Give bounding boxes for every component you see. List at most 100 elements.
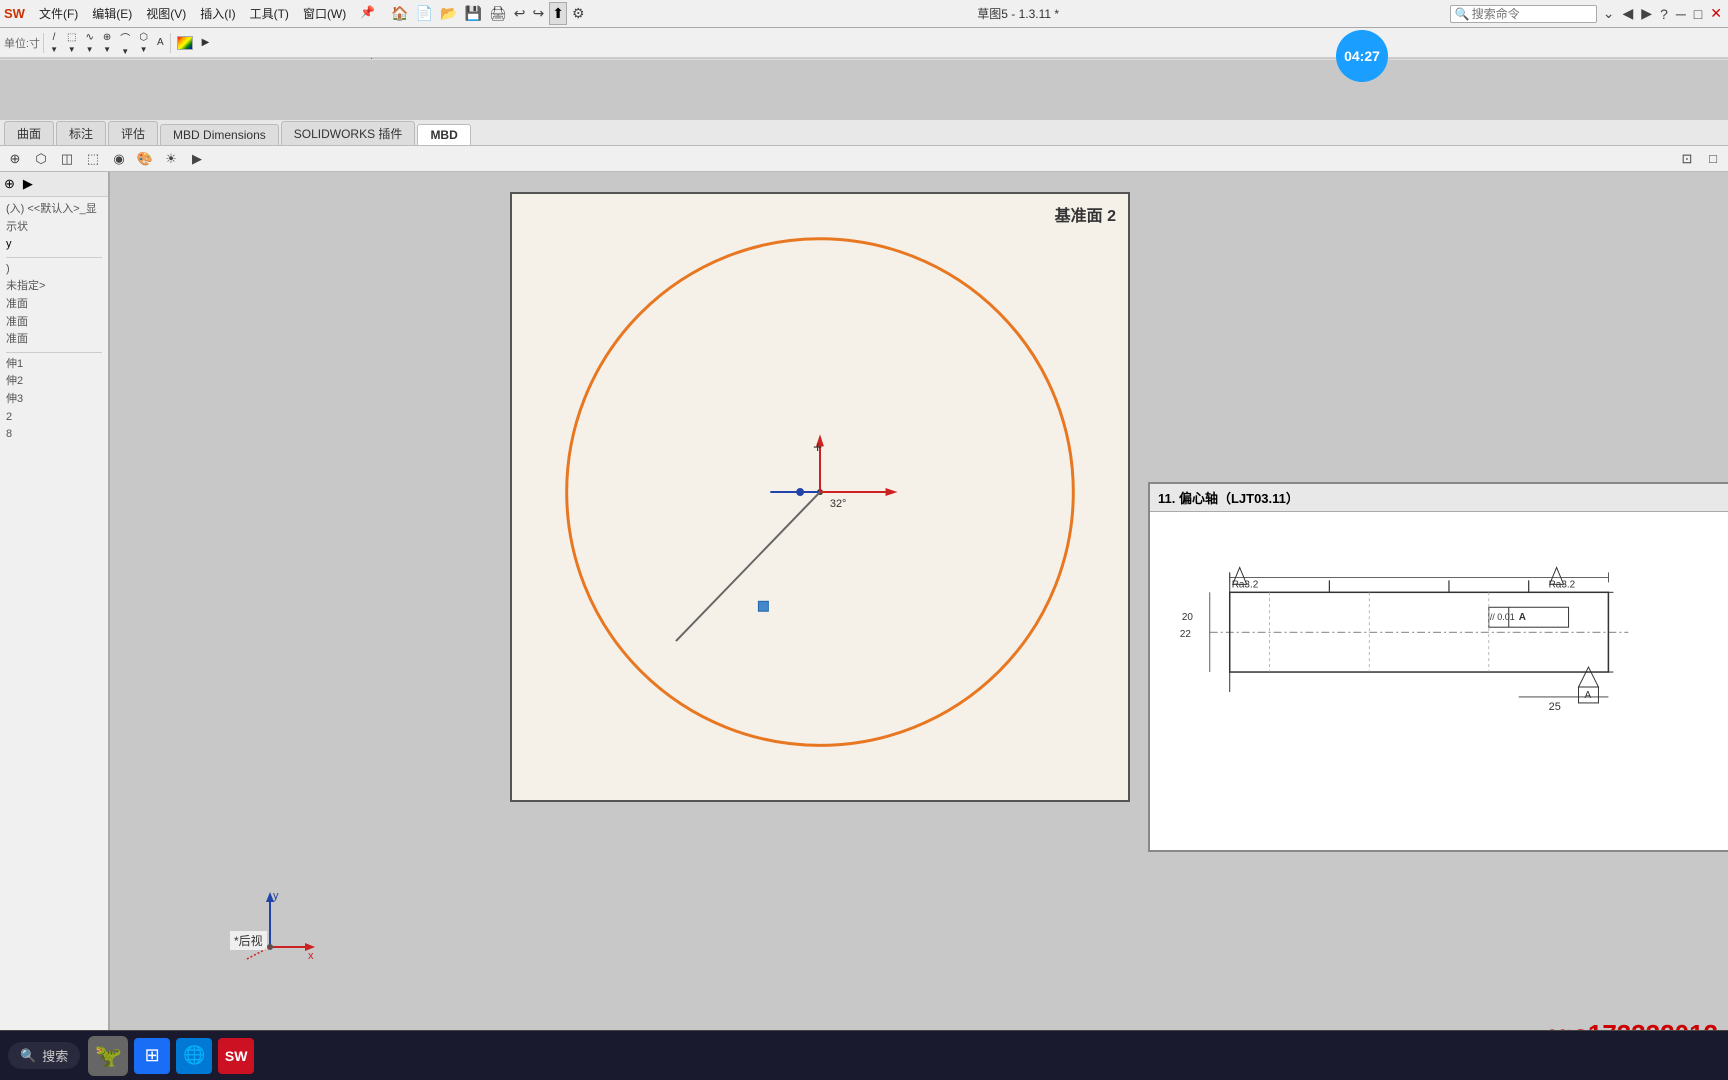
help-browse-icon[interactable]: ◀: [1621, 3, 1636, 24]
tab-mbd[interactable]: MBD: [417, 124, 470, 145]
prop-num8: 8: [6, 426, 102, 444]
line-dropdown[interactable]: ▼: [50, 45, 58, 54]
close-btn[interactable]: ✕: [1708, 3, 1724, 24]
view-section-btn[interactable]: ◫: [56, 149, 78, 169]
prop-ext2: 伸2: [6, 373, 102, 391]
panel-origin-icon[interactable]: ⊕: [4, 176, 15, 192]
view-orient-btn[interactable]: ⊕: [4, 149, 26, 169]
tab-evaluate[interactable]: 评估: [108, 121, 158, 145]
home-icon[interactable]: 🏠: [389, 3, 410, 24]
sep1: [43, 33, 44, 53]
menu-window[interactable]: 窗口(W): [297, 3, 352, 24]
tab-sw-plugins[interactable]: SOLIDWORKS 插件: [281, 121, 416, 145]
view-resize2-btn[interactable]: □: [1702, 149, 1724, 169]
property-panel: (入) <<默认入>_显示状 y ) 未指定> 准面 准面 准面 伸1 伸2 伸…: [0, 197, 108, 448]
view-scene-btn[interactable]: ☀: [160, 149, 182, 169]
left-panel: ⊕ ▶ (入) <<默认入>_显示状 y ) 未指定> 准面 准面 准面 伸1 …: [0, 172, 110, 1030]
menu-pin[interactable]: 📌: [354, 3, 381, 24]
taskbar-mascot[interactable]: 🦖: [88, 1036, 128, 1076]
taskbar-windows-btn[interactable]: ⊞: [134, 1038, 170, 1074]
polygon-dropdown[interactable]: ▼: [140, 45, 148, 54]
tab-mbd-dim[interactable]: MBD Dimensions: [160, 124, 279, 145]
tabs-row: 曲面 标注 评估 MBD Dimensions SOLIDWORKS 插件 MB…: [0, 120, 1728, 146]
undo-icon[interactable]: ↩: [512, 3, 528, 24]
maximize-btn[interactable]: □: [1692, 4, 1704, 24]
new-icon[interactable]: 📄: [414, 3, 435, 24]
right-panel: 11. 偏心轴（LJT03.11）: [1148, 482, 1728, 852]
blue-square: [758, 601, 768, 611]
svg-text:22: 22: [1180, 629, 1192, 640]
open-icon[interactable]: 📂: [438, 3, 459, 24]
arc-tool[interactable]: ⌒ ▼: [117, 31, 133, 55]
menu-insert[interactable]: 插入(I): [194, 3, 241, 24]
panel-expand-icon[interactable]: ▶: [23, 176, 33, 192]
shape-dropdown[interactable]: ▼: [68, 45, 76, 54]
options-icon[interactable]: ⚙: [570, 3, 587, 24]
title-bar: SW 文件(F) 编辑(E) 视图(V) 插入(I) 工具(T) 窗口(W) 📌…: [0, 0, 1728, 28]
view-resize1-btn[interactable]: ⊡: [1676, 149, 1698, 169]
main-canvas: 基准面 2 32°: [110, 172, 1728, 1030]
plus-cursor: +: [813, 439, 822, 456]
taskbar-search-icon: 🔍: [20, 1048, 36, 1064]
line-tool[interactable]: / ▼: [47, 31, 61, 55]
color-tool[interactable]: [174, 31, 196, 55]
curve-dropdown[interactable]: ▼: [86, 45, 94, 54]
prop-paren: ): [6, 261, 102, 279]
taskbar-search[interactable]: 🔍 搜索: [8, 1042, 80, 1069]
prop-default: (入) <<默认入>_显示状: [6, 201, 102, 236]
search-expand-icon[interactable]: ⌄: [1601, 3, 1617, 24]
prop-unspecified: 未指定>: [6, 278, 102, 296]
drawing-area[interactable]: 基准面 2 32°: [510, 192, 1130, 802]
tab-annotation[interactable]: 标注: [56, 121, 106, 145]
help-icon[interactable]: ?: [1658, 4, 1670, 24]
square-icon: ⬚: [67, 32, 76, 43]
text-tool[interactable]: A: [154, 31, 167, 55]
search-input[interactable]: [1472, 7, 1592, 21]
tab-surface[interactable]: 曲面: [4, 121, 54, 145]
curve-tool[interactable]: ∿ ▼: [82, 31, 96, 55]
taskbar-edge-btn[interactable]: 🌐: [176, 1038, 212, 1074]
arc-dropdown[interactable]: ▼: [121, 47, 129, 56]
drawing-svg: 32° +: [512, 194, 1128, 800]
view-3d-btn[interactable]: ⬡: [30, 149, 52, 169]
curve-icon: ∿: [85, 32, 93, 43]
shape-tool[interactable]: ⬚ ▼: [64, 31, 79, 55]
minimize-btn[interactable]: ─: [1674, 4, 1688, 24]
polygon-tool[interactable]: ⬡ ▼: [136, 31, 151, 55]
mascot-icon: 🦖: [95, 1043, 122, 1069]
circle-dropdown[interactable]: ▼: [103, 45, 111, 54]
view-expand-btn[interactable]: ▶: [186, 149, 208, 169]
cursor-icon[interactable]: ⬆: [549, 2, 567, 25]
menu-edit[interactable]: 编辑(E): [86, 3, 138, 24]
edge-icon: 🌐: [183, 1045, 205, 1066]
view-appear-btn[interactable]: 🎨: [134, 149, 156, 169]
save-icon[interactable]: 💾: [463, 3, 484, 24]
print-icon[interactable]: 🖨: [487, 3, 509, 24]
svg-text:A: A: [1519, 612, 1526, 623]
color-icon: [177, 36, 193, 50]
svg-text:// 0.01: // 0.01: [1490, 612, 1515, 622]
view-hide-btn[interactable]: ◉: [108, 149, 130, 169]
blue-dot: [796, 488, 804, 496]
window-title: 草图5 - 1.3.11 *: [977, 5, 1059, 22]
command-search[interactable]: 🔍: [1450, 5, 1597, 23]
expand-icon[interactable]: ▶: [199, 31, 213, 55]
view-box-btn[interactable]: ⬚: [82, 149, 104, 169]
right-panel-title: 11. 偏心轴（LJT03.11）: [1150, 484, 1728, 512]
redo-icon[interactable]: ↪: [530, 3, 546, 24]
menu-file[interactable]: 文件(F): [33, 3, 84, 24]
prop-num2: 2: [6, 409, 102, 427]
menu-tools[interactable]: 工具(T): [244, 3, 295, 24]
arc-icon: ⌒: [120, 30, 130, 45]
h-axis-arrow: [886, 488, 898, 496]
svg-text:A: A: [1584, 690, 1591, 701]
clock: 04:27: [1336, 30, 1388, 82]
help-forward-icon[interactable]: ▶: [1639, 3, 1654, 24]
prop-ext1: 伸1: [6, 356, 102, 374]
circle-tool[interactable]: ⊕ ▼: [100, 31, 114, 55]
line-icon: /: [53, 32, 56, 43]
menu-view[interactable]: 视图(V): [140, 3, 192, 24]
toolbar-row1: 单位:寸 / ▼ ⬚ ▼ ∿ ▼ ⊕ ▼ ⌒ ▼ ⬡ ▼ A ▶: [0, 28, 1728, 58]
diag-line: [676, 492, 820, 641]
taskbar-sw-btn[interactable]: SW: [218, 1038, 254, 1074]
